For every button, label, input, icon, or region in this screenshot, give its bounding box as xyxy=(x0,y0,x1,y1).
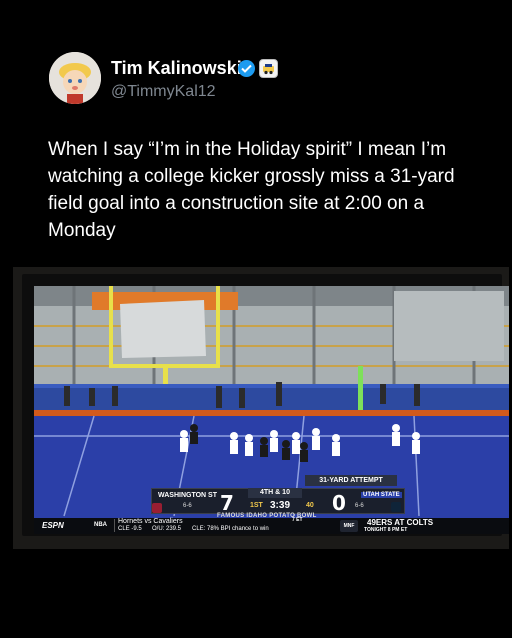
team2-name: UTAH STATE xyxy=(361,492,402,498)
team1-record: 6-6 xyxy=(183,503,192,509)
affiliate-badge-icon[interactable] xyxy=(259,59,278,78)
game-clock: 3:39 xyxy=(270,500,291,511)
ticker-odds: CLE -9.5 xyxy=(118,526,142,532)
mnf-logo: MNF xyxy=(340,520,358,532)
ticker-matchup: Hornets vs Cavaliers xyxy=(118,518,183,525)
down-and-distance: 4TH & 10 xyxy=(248,488,302,498)
tv-screen: 31-YARD ATTEMPT WASHINGTON ST 6-6 7 4TH … xyxy=(34,286,509,534)
team1-name: WASHINGTON ST xyxy=(158,492,217,499)
ticker-bpi: CLE: 78% BPI chance to win xyxy=(192,526,269,532)
author-handle[interactable]: @TimmyKal12 xyxy=(111,83,216,101)
team2-score: 0 xyxy=(332,491,346,515)
ticker-over-under: O/U: 239.5 xyxy=(152,526,182,532)
network-logo: ESPN xyxy=(42,521,64,530)
tv-frame: 31-YARD ATTEMPT WASHINGTON ST 6-6 7 4TH … xyxy=(22,274,509,536)
play-clock: 40 xyxy=(306,502,314,509)
ticker-league: NBA xyxy=(94,522,107,528)
promo-game: 49ERS AT COLTS xyxy=(367,518,434,527)
quarter: 1ST xyxy=(250,502,263,509)
team1-score: 7 xyxy=(220,491,234,515)
avatar[interactable] xyxy=(49,52,101,104)
team2-logo-icon xyxy=(391,502,401,512)
promo-time: TONIGHT 8 PM ET xyxy=(364,527,408,533)
ticker-start-time: 7 ET xyxy=(292,517,303,523)
verified-icon xyxy=(238,60,255,77)
tweet-photo[interactable]: 31-YARD ATTEMPT WASHINGTON ST 6-6 7 4TH … xyxy=(13,267,509,549)
bottom-ticker: ESPN NBA Hornets vs Cavaliers 7 ET CLE -… xyxy=(34,517,509,534)
author-name[interactable]: Tim Kalinowski xyxy=(111,58,242,79)
tweet-text: When I say “I’m in the Holiday spirit” I… xyxy=(48,139,455,241)
team1-logo-icon xyxy=(152,503,162,513)
field-goal-attempt-banner: 31-YARD ATTEMPT xyxy=(305,475,397,486)
scorebug: WASHINGTON ST 6-6 7 4TH & 10 1ST 3:39 40… xyxy=(151,488,405,515)
ticker-divider xyxy=(114,519,115,532)
team2-record: 6-6 xyxy=(355,503,364,509)
